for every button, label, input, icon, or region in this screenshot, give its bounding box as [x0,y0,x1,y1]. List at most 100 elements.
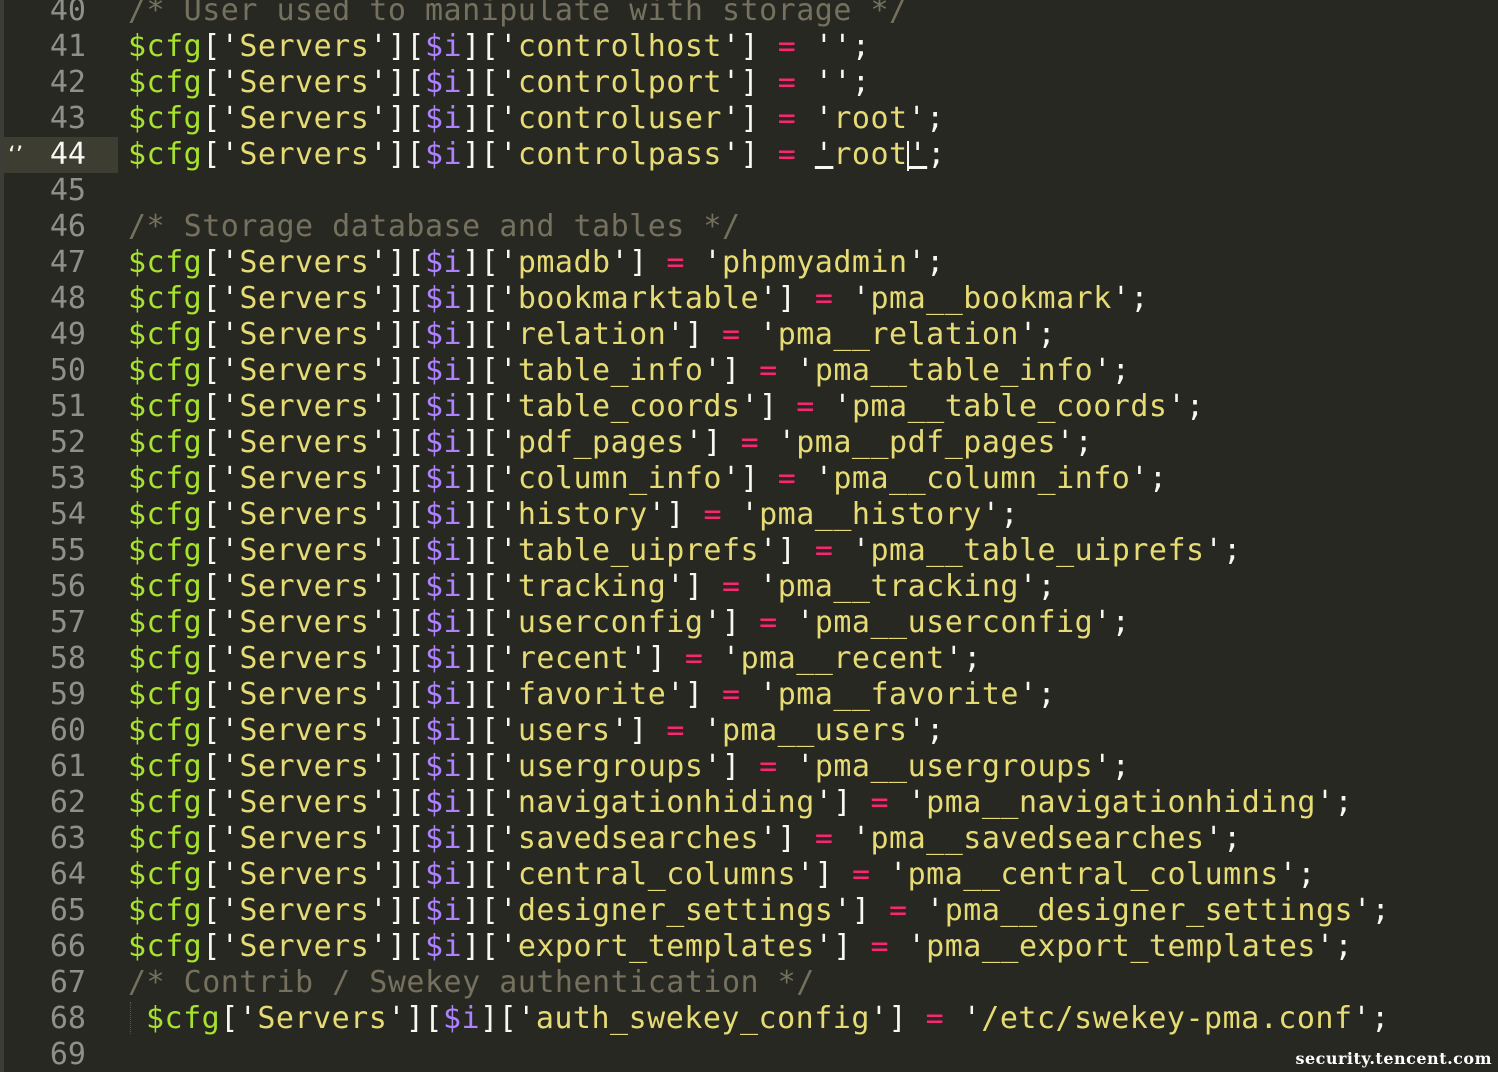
token-punct: [' [220,1001,258,1036]
token-variable: $cfg [128,101,203,136]
code-line[interactable]: 67 /* Contrib / Swekey authentication */ [0,965,1498,1001]
code-text[interactable]: $cfg['Servers'][$i]['history'] = 'pma__h… [128,497,1019,533]
code-line[interactable]: 42 $cfg['Servers'][$i]['controlport'] = '… [0,65,1498,101]
code-line[interactable]: 41 $cfg['Servers'][$i]['controlhost'] = '… [0,29,1498,65]
code-text[interactable]: /* Contrib / Swekey authentication */ [128,965,815,1001]
token-punct: ][' [462,317,518,352]
token-operator: = [777,65,797,100]
token-quote: ' [722,641,741,676]
token-index-variable: $i [425,65,463,100]
token-operator: = [722,677,741,712]
code-text[interactable]: $cfg['Servers'][$i]['table_info'] = 'pma… [128,353,1130,389]
code-text[interactable]: $cfg['Servers'][$i]['controlhost'] = ''; [128,29,871,65]
token-quote: '; [1278,857,1316,892]
code-line[interactable]: ‘’ 44 $cfg['Servers'][$i]['controlpass'] =… [0,137,1498,173]
code-line[interactable]: 62 $cfg['Servers'][$i]['navigationhiding'… [0,785,1498,821]
code-text[interactable]: $cfg['Servers'][$i]['central_columns'] =… [128,857,1316,893]
token-quote: ' [796,353,815,388]
token-quote: ' [851,533,871,568]
code-line[interactable]: 66 $cfg['Servers'][$i]['export_templates'… [0,929,1498,965]
code-text[interactable]: $cfg['Servers'][$i]['controlpass'] = 'ro… [128,137,946,173]
token-quote: '; [907,713,945,748]
token-config-key: navigationhiding [517,785,815,820]
token-punct: ][' [462,497,518,532]
code-text[interactable]: $cfg['Servers'][$i]['navigationhiding'] … [128,785,1353,821]
token-quote: ' [796,605,815,640]
code-text[interactable]: $cfg['Servers'][$i]['column_info'] = 'pm… [128,461,1167,497]
token-config-value: pma__relation [777,317,1019,352]
code-line[interactable]: 59 $cfg['Servers'][$i]['favorite'] = 'pma… [0,677,1498,713]
code-line[interactable]: 43 $cfg['Servers'][$i]['controluser'] = '… [0,101,1498,137]
code-line[interactable]: 45 [0,173,1498,209]
code-editor[interactable]: 40 /* User used to manipulate with storag… [0,0,1498,1072]
token-quote-matched: ' [908,137,928,172]
code-line[interactable]: 63 $cfg['Servers'][$i]['savedsearches'] =… [0,821,1498,857]
token-operator: = [759,605,778,640]
token-operator: = [759,353,778,388]
token-config-key: column_info [517,461,722,496]
code-line[interactable]: 53 $cfg['Servers'][$i]['column_info'] = '… [0,461,1498,497]
token-index-variable: $i [425,29,463,64]
code-line[interactable]: 49 $cfg['Servers'][$i]['relation'] = 'pma… [0,317,1498,353]
code-text[interactable]: $cfg['Servers'][$i]['auth_swekey_config'… [146,1001,1390,1037]
line-number: 44 [49,137,86,172]
code-line[interactable]: 69 [0,1037,1498,1072]
token-operator: = [777,137,797,172]
code-line[interactable]: 64 $cfg['Servers'][$i]['central_columns']… [0,857,1498,893]
code-text[interactable]: $cfg['Servers'][$i]['controlport'] = ''; [128,65,871,101]
token-punct: '] [629,641,685,676]
code-text[interactable]: $cfg['Servers'][$i]['userconfig'] = 'pma… [128,605,1130,641]
code-line[interactable]: 55 $cfg['Servers'][$i]['table_uiprefs'] =… [0,533,1498,569]
token-punct: [' [202,641,240,676]
code-text[interactable]: $cfg['Servers'][$i]['pmadb'] = 'phpmyadm… [128,245,945,281]
code-text[interactable]: /* Storage database and tables */ [128,209,741,245]
code-text[interactable]: $cfg['Servers'][$i]['usergroups'] = 'pma… [128,749,1130,785]
code-line[interactable]: 56 $cfg['Servers'][$i]['tracking'] = 'pma… [0,569,1498,605]
token-variable: $cfg [128,677,203,712]
code-text[interactable]: $cfg['Servers'][$i]['pdf_pages'] = 'pma_… [128,425,1093,461]
token-quote: ' [759,569,778,604]
token-punct: '] [666,569,722,604]
code-text[interactable]: $cfg['Servers'][$i]['table_coords'] = 'p… [128,389,1205,425]
code-text[interactable]: $cfg['Servers'][$i]['users'] = 'pma__use… [128,713,945,749]
token-punct: [' [202,281,240,316]
code-line[interactable]: 52 $cfg['Servers'][$i]['pdf_pages'] = 'pm… [0,425,1498,461]
code-line[interactable]: 65 $cfg['Servers'][$i]['designer_settings… [0,893,1498,929]
token-punct: ][' [462,389,518,424]
code-text[interactable]: $cfg['Servers'][$i]['relation'] = 'pma__… [128,317,1056,353]
code-line[interactable]: 51 $cfg['Servers'][$i]['table_coords'] = … [0,389,1498,425]
code-text[interactable]: $cfg['Servers'][$i]['designer_settings']… [128,893,1390,929]
code-text[interactable]: $cfg['Servers'][$i]['recent'] = 'pma__re… [128,641,982,677]
code-line[interactable]: 61 $cfg['Servers'][$i]['usergroups'] = 'p… [0,749,1498,785]
token-punct: '] [703,353,760,388]
code-line[interactable]: 40 /* User used to manipulate with storag… [0,0,1498,29]
token-punct: [' [202,677,240,712]
code-line[interactable]: 57 $cfg['Servers'][$i]['userconfig'] = 'p… [0,605,1498,641]
token-quote: ' [814,461,834,496]
code-line[interactable]: 50 $cfg['Servers'][$i]['table_info'] = 'p… [0,353,1498,389]
token-punct: '][ [369,137,425,172]
token-punct: [' [202,605,240,640]
code-line[interactable]: 46 /* Storage database and tables */ [0,209,1498,245]
code-text[interactable]: $cfg['Servers'][$i]['table_uiprefs'] = '… [128,533,1242,569]
code-text[interactable]: $cfg['Servers'][$i]['tracking'] = 'pma__… [128,569,1056,605]
code-line[interactable]: 54 $cfg['Servers'][$i]['history'] = 'pma_… [0,497,1498,533]
code-line[interactable]: 47 $cfg['Servers'][$i]['pmadb'] = 'phpmya… [0,245,1498,281]
code-text[interactable]: $cfg['Servers'][$i]['bookmarktable'] = '… [128,281,1149,317]
code-text[interactable]: $cfg['Servers'][$i]['savedsearches'] = '… [128,821,1242,857]
code-line[interactable]: 48 $cfg['Servers'][$i]['bookmarktable'] =… [0,281,1498,317]
code-line[interactable]: 68 $cfg['Servers'][$i]['auth_swekey_confi… [0,1001,1498,1037]
token-string: Servers [239,281,370,316]
code-text[interactable]: $cfg['Servers'][$i]['controluser'] = 'ro… [128,101,945,137]
token-punct: '] [759,281,815,316]
token-punct: ][' [462,857,518,892]
code-text[interactable]: $cfg['Servers'][$i]['export_templates'] … [128,929,1353,965]
code-text[interactable]: /* User used to manipulate with storage … [128,0,908,29]
code-line[interactable]: 58 $cfg['Servers'][$i]['recent'] = 'pma__… [0,641,1498,677]
code-line[interactable]: 60 $cfg['Servers'][$i]['users'] = 'pma__u… [0,713,1498,749]
code-text[interactable]: $cfg['Servers'][$i]['favorite'] = 'pma__… [128,677,1056,713]
